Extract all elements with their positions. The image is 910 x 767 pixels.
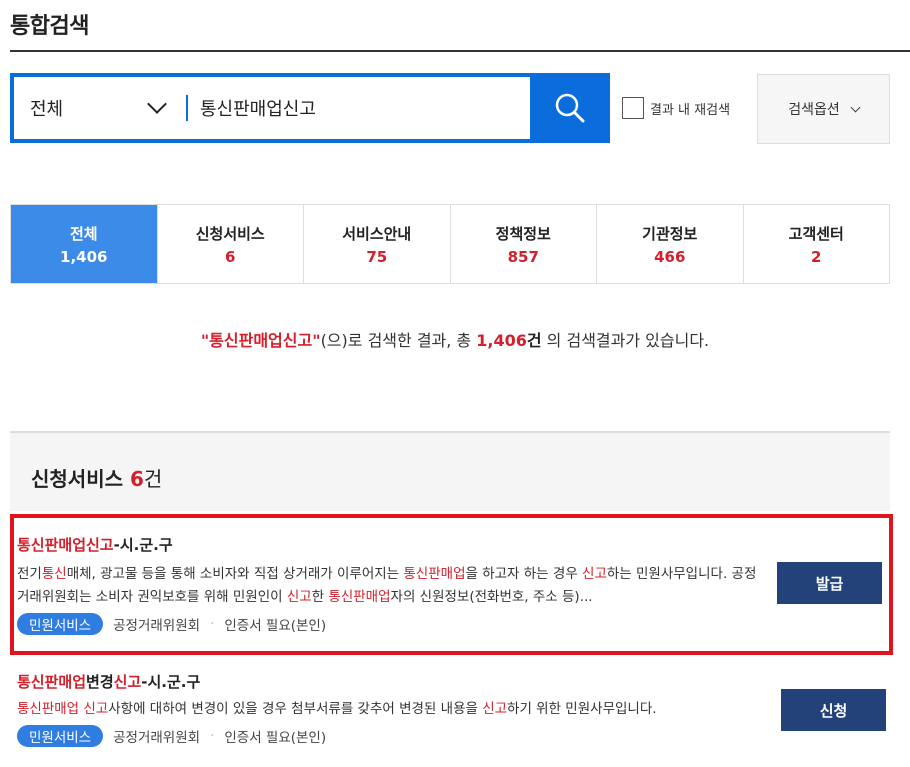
tab-service-guide[interactable]: 서비스안내 75	[303, 205, 450, 283]
search-scope-value: 전체	[30, 99, 64, 120]
keyword-highlight: 통신	[41, 566, 67, 582]
refine-search-checkbox[interactable]: 결과 내 재검색	[622, 97, 730, 119]
result-item: 통신판매업변경신고-시.군.구 통신판매업 신고사항에 대하여 변경이 있을 경…	[10, 671, 893, 767]
agency-name: 공정거래위원회	[113, 730, 201, 746]
tab-label: 기관정보	[642, 224, 698, 243]
result-title-rest: -시.군.구	[113, 536, 173, 554]
tab-all[interactable]: 전체 1,406	[11, 205, 157, 283]
result-title-highlight: 통신판매업신고	[17, 536, 114, 554]
tab-application-services[interactable]: 신청서비스 6	[156, 205, 304, 283]
summary-unit: 건	[526, 331, 542, 350]
search-options-label: 검색옵션	[788, 102, 840, 118]
chevron-down-icon	[850, 102, 861, 112]
result-item: 통신판매업신고-시.군.구 전기통신매체, 광고물 등을 통해 소비자와 직접 …	[10, 514, 893, 655]
tab-label: 정책정보	[495, 224, 551, 243]
keyword-highlight: 신고	[286, 589, 312, 605]
category-badge: 민원서비스	[17, 725, 104, 747]
search-button[interactable]	[530, 73, 610, 143]
summary-total: 1,406	[476, 331, 527, 350]
tab-count: 6	[225, 247, 236, 266]
description-text: 매체, 광고물 등을 통해 소비자와 직접 상거래가 이루어지는	[66, 566, 404, 582]
checkbox-box[interactable]	[622, 97, 644, 119]
section-title: 신청서비스 6건	[31, 463, 162, 492]
tab-count: 857	[507, 247, 539, 266]
title-divider	[10, 50, 910, 52]
chevron-down-icon	[147, 94, 167, 114]
section-count: 6	[129, 467, 144, 491]
result-title[interactable]: 통신판매업변경신고-시.군.구	[17, 671, 893, 692]
result-title-highlight: 신고	[113, 673, 142, 691]
keyword-highlight: 신고	[582, 566, 607, 582]
summary-query: "통신판매업신고"	[200, 331, 321, 350]
result-title-rest: -시.군.구	[141, 673, 201, 691]
result-title-highlight: 통신판매업	[17, 673, 87, 691]
apply-button[interactable]: 신청	[781, 689, 886, 731]
tab-count: 75	[366, 247, 388, 266]
keyword-highlight: 통신판매업	[328, 589, 391, 605]
section-title-label: 신청서비스	[31, 467, 123, 491]
tab-label: 서비스안내	[342, 224, 412, 243]
search-options-button[interactable]: 검색옵션	[757, 74, 890, 144]
section-header: 신청서비스 6건	[10, 431, 890, 511]
meta-separator: ·	[210, 616, 215, 632]
result-summary: "통신판매업신고"(으)로 검색한 결과, 총 1,406건 의 검색결과가 있…	[0, 327, 910, 351]
result-meta: 민원서비스 공정거래위원회 · 인증서 필요(본인)	[17, 613, 889, 635]
tab-count: 2	[811, 247, 822, 266]
tab-label: 신청서비스	[195, 224, 265, 243]
summary-text-end: 의 검색결과가 있습니다.	[541, 331, 710, 350]
issue-button[interactable]: 발급	[777, 562, 882, 604]
summary-text: (으)로 검색한 결과, 총	[320, 331, 477, 350]
description-text: 전기	[17, 566, 42, 582]
result-description: 전기통신매체, 광고물 등을 통해 소비자와 직접 상거래가 이루어지는 통신판…	[17, 563, 757, 609]
description-text: 한	[311, 589, 329, 605]
result-title[interactable]: 통신판매업신고-시.군.구	[17, 534, 889, 555]
section-count-unit: 건	[143, 467, 163, 491]
result-title-mid: 변경	[86, 673, 114, 691]
search-scope-select[interactable]: 전체	[14, 77, 186, 139]
tab-count: 1,406	[60, 247, 108, 266]
category-badge: 민원서비스	[17, 613, 104, 635]
agency-name: 공정거래위원회	[113, 618, 201, 634]
refine-search-label: 결과 내 재검색	[650, 102, 731, 118]
tab-customer-center[interactable]: 고객센터 2	[742, 205, 890, 283]
search-icon	[555, 93, 585, 123]
tab-label: 고객센터	[788, 224, 844, 243]
description-text: 사항에 대하여 변경이 있을 경우 첨부서류를 갖추어 변경된 내용을	[108, 701, 483, 717]
keyword-highlight: 통신판매업 신고	[17, 701, 109, 717]
meta-separator: ·	[210, 728, 215, 744]
category-tabs: 전체 1,406 신청서비스 6 서비스안내 75 정책정보 857 기관정보 …	[10, 204, 890, 284]
requirement-text: 인증서 필요(본인)	[224, 618, 327, 634]
result-description: 통신판매업 신고사항에 대하여 변경이 있을 경우 첨부서류를 갖추어 변경된 …	[17, 698, 757, 721]
requirement-text: 인증서 필요(본인)	[224, 730, 327, 746]
keyword-highlight: 신고	[482, 701, 508, 717]
description-text: 자의 신원정보(전화번호, 주소 등)...	[390, 589, 593, 605]
result-meta: 민원서비스 공정거래위원회 · 인증서 필요(본인)	[17, 725, 893, 747]
tab-agency-info[interactable]: 기관정보 466	[596, 205, 743, 283]
page-title: 통합검색	[10, 14, 89, 39]
tab-count: 466	[654, 247, 686, 266]
tab-label: 전체	[69, 224, 98, 243]
description-text: 을 하고자 하는 경우	[465, 566, 583, 582]
search-input[interactable]	[188, 77, 530, 139]
description-text: 하기 위한 민원사무입니다.	[507, 701, 657, 717]
keyword-highlight: 통신판매업	[403, 566, 466, 582]
search-bar: 전체	[10, 73, 610, 143]
tab-policy-info[interactable]: 정책정보 857	[449, 205, 597, 283]
